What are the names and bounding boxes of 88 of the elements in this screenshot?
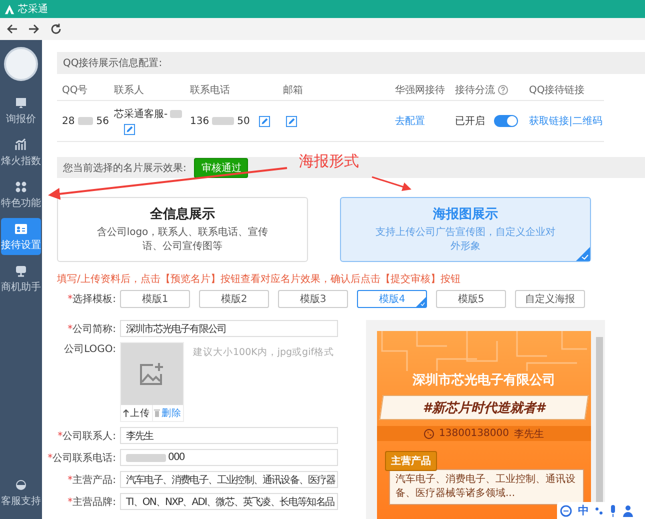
card-title: 全信息展示 [150,206,215,223]
poster-company-name: 深圳市芯光电子有限公司 [412,372,556,389]
masked-text [78,117,94,125]
toggle-switch[interactable] [494,115,518,127]
field-label: *公司联系人: [56,430,117,442]
microphone-icon[interactable] [609,504,617,516]
input-field[interactable]: 李先生 [120,427,338,444]
ime-language[interactable]: 中 [578,503,589,518]
edit-icon[interactable] [124,124,135,135]
input-field[interactable]: 汽车电子、消费电子、工业控制、通讯设备、医疗器 [120,471,338,488]
column-header: 邮箱 [278,80,390,101]
hint-text: 建议大小100K内，jpg或gif格式 [193,346,334,359]
user-icon[interactable] [623,504,633,516]
avatar[interactable] [4,47,38,81]
sidebar-item-icon [14,138,28,152]
table-cell: 56 [96,116,109,126]
refresh-icon[interactable] [50,23,62,35]
products-text: 汽车电子、消费电子、工业控制、通讯设备、医疗器械等诸多领域... [388,469,584,505]
column-header: QQ接待链接 [524,80,604,101]
sidebar-item-icon [14,264,28,278]
column-header: 接待分流 [455,84,495,97]
column-header: 联系电话 [185,80,278,101]
sidebar-item-icon [14,222,28,236]
masked-text [170,110,182,118]
support-item[interactable]: 客服支持 [1,474,41,511]
field-label: *公司简称: [66,322,117,336]
dots-icon[interactable] [595,506,603,516]
check-corner-icon [416,297,426,307]
trash-icon [154,409,160,417]
delete-button[interactable]: 删除 [152,405,183,421]
upload-icon [122,409,129,417]
sidebar-item[interactable]: 商机助手 [1,260,41,297]
forward-icon[interactable] [28,23,40,35]
back-icon[interactable] [6,23,18,35]
sidebar-item[interactable]: 特色功能 [1,176,41,213]
template-button[interactable]: 模版3 [278,290,348,308]
template-button[interactable]: 自定义海报 [515,290,585,308]
instruction-text: 填写/上传资料后，点击【预览名片】按钮查看对应名片效果，确认后点击【提交审核】按钮 [57,272,462,284]
sidebar-item-icon [14,180,28,194]
annotation-arrow [372,176,412,192]
sidebar-item[interactable]: 烽火指数 [1,134,41,171]
support-icon [14,478,28,492]
template-button[interactable]: 模版1 [120,290,190,308]
phone-icon [424,428,434,438]
status-badge: 审核通过 [194,158,248,178]
table-cell: 50 [237,116,250,126]
check-corner-icon [576,247,590,261]
input-field[interactable]: 000 [120,449,338,466]
input-field[interactable]: 深圳市芯光电子有限公司 [120,320,338,337]
ime-logo-icon[interactable] [560,504,572,516]
section-title: QQ接待展示信息配置: [63,56,162,70]
field-label: *选择模板: [66,292,117,306]
annotation-text: 海报形式 [299,152,359,171]
edit-icon[interactable] [259,116,270,126]
template-button[interactable]: 模版2 [199,290,269,308]
scrollbar[interactable] [596,337,603,505]
masked-text [212,117,234,125]
status-text: 已开启 [455,114,485,128]
template-button[interactable]: 模版5 [436,290,506,308]
field-label: *主营产品: [66,474,117,486]
card-title: 海报图展示 [433,206,498,223]
column-header: 联系人 [109,80,185,101]
table-cell-text: 芯采通客服- [114,108,168,121]
poster-phone: 13800138000 [439,428,509,439]
slogan-banner: #新芯片时代造就者# [379,395,589,420]
add-image-icon [139,362,165,386]
sidebar-item-icon [14,96,28,110]
table-cell: 136 [190,116,210,126]
column-header: 华强网接待 [390,80,450,101]
field-label: 公司LOGO: [63,343,117,356]
section-tag: 主营产品 [385,451,437,471]
card-description: 含公司logo，联系人、联系电话、宣传语、公司宣传图等 [96,226,270,254]
input-field[interactable]: TI、ON、NXP、ADI、微芯、英飞凌、长电等知名品 [120,493,338,510]
edit-icon[interactable] [286,116,297,126]
window-title: 芯采通 [18,2,48,16]
card-description: 支持上传公司广告宣传图，自定义企业对外形象 [374,226,556,254]
sidebar-item[interactable]: 询报价 [1,92,41,129]
image-placeholder[interactable] [121,343,183,405]
poster-contact: 李先生 [514,428,544,440]
table-cell: 28 [62,116,75,126]
column-header: QQ号 [57,80,109,101]
help-icon[interactable] [498,85,508,95]
section-title: 您当前选择的名片展示效果: [63,162,186,174]
field-label: *公司联系电话: [46,452,117,464]
field-label: *主营品牌: [66,496,117,508]
logo-icon [4,4,15,14]
display-option-card[interactable]: 全信息展示 含公司logo，联系人、联系电话、宣传语、公司宣传图等 [57,197,308,262]
upload-button[interactable]: 上传 [121,405,152,421]
